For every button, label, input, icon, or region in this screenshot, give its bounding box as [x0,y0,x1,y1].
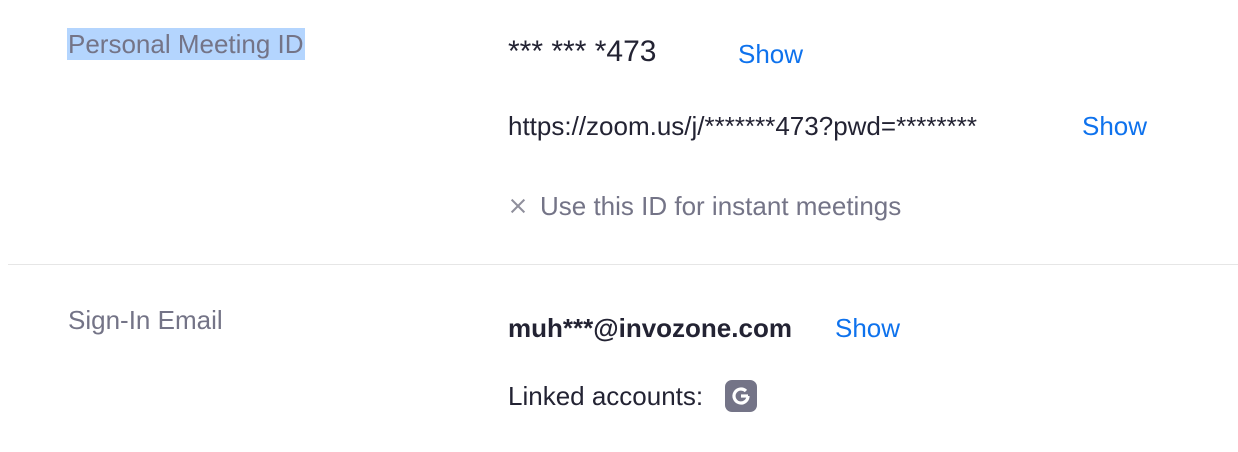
email-value: muh***@invozone.com [508,313,792,343]
instant-meetings-option[interactable]: Use this ID for instant meetings [508,190,901,222]
meeting-url-value: https://zoom.us/j/*******473?pwd=*******… [508,111,978,141]
show-meeting-url-link[interactable]: Show [1082,110,1147,142]
meeting-id-value: *** *** *473 [508,35,657,68]
show-meeting-id-link[interactable]: Show [738,38,803,70]
google-icon [725,380,758,412]
personal-meeting-id-label: Personal Meeting ID [67,28,305,60]
section-divider [8,264,1238,265]
sign-in-email-label: Sign-In Email [68,305,223,335]
linked-accounts-label: Linked accounts: [508,381,704,411]
close-icon [508,196,528,216]
show-email-link[interactable]: Show [835,312,900,344]
instant-meetings-label: Use this ID for instant meetings [540,191,902,221]
linked-accounts-row: Linked accounts: [508,380,758,412]
